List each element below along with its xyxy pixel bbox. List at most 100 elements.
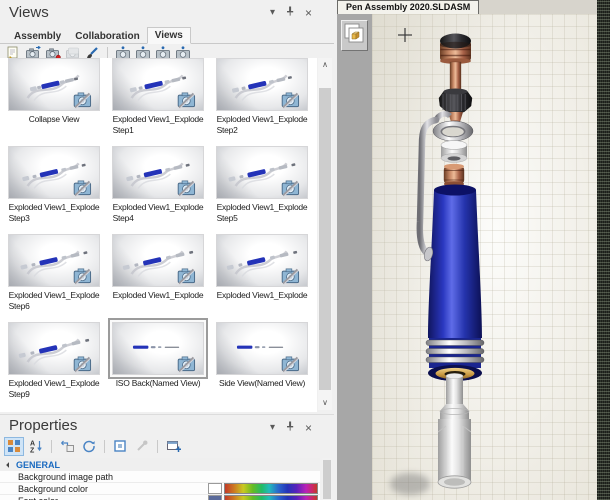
view-thumbnail-label: Exploded View1_Explode Step9 <box>9 378 100 399</box>
view-thumbnail-item[interactable]: Collapse View <box>8 58 100 146</box>
views-window-controls: ▾ × <box>270 6 312 19</box>
tab-assembly[interactable]: Assembly <box>7 29 68 44</box>
box-select-icon[interactable] <box>110 437 130 456</box>
view-thumbnail-item[interactable]: Exploded View1_Explode Step6 <box>8 234 100 322</box>
color-swatch[interactable] <box>208 483 222 494</box>
view-thumbnail-image[interactable] <box>8 58 100 111</box>
properties-scrollbar-thumb[interactable] <box>323 460 331 499</box>
view-thumbnail-image[interactable] <box>112 234 204 287</box>
pen-knurled-nut[interactable] <box>439 89 472 124</box>
pen-assembly-model[interactable] <box>372 14 597 500</box>
views-scrollbar-thumb[interactable] <box>319 88 331 390</box>
view-thumbnail-label: Exploded View1_Explode Step2 <box>217 114 308 135</box>
camera-badge-icon <box>178 181 194 196</box>
view-thumbnail-image[interactable] <box>216 146 308 199</box>
view-thumbnail-label: Exploded View1_Explode Step5 <box>217 202 308 223</box>
view-thumbnail-item[interactable]: Exploded View1_Explode <box>112 234 204 322</box>
toolbar-separator <box>51 440 52 453</box>
scroll-up-icon[interactable]: ∧ <box>318 58 332 72</box>
view-thumbnail-image[interactable] <box>216 322 308 375</box>
close-icon[interactable]: × <box>305 8 312 18</box>
property-row[interactable]: Font color <box>0 495 320 500</box>
new-window-icon[interactable] <box>163 437 183 456</box>
pen-barrel[interactable] <box>426 185 484 382</box>
pin-icon[interactable] <box>286 421 294 434</box>
property-label: Background color <box>18 484 208 494</box>
camera-badge-icon <box>178 269 194 284</box>
view-thumbnail-image[interactable] <box>8 146 100 199</box>
view-thumbnail-scene <box>217 235 307 286</box>
toolbar-separator <box>104 440 105 453</box>
document-tab[interactable]: Pen Assembly 2020.SLDASM <box>337 0 479 14</box>
color-swatch[interactable] <box>208 495 222 500</box>
property-value[interactable] <box>208 471 320 482</box>
properties-scrollbar[interactable] <box>322 458 332 500</box>
view-thumbnail-image[interactable] <box>112 146 204 199</box>
view-thumbnail-item[interactable]: Exploded View1_Explode Step1 <box>112 58 204 146</box>
views-scrollbar[interactable]: ∧ ∨ <box>318 58 332 410</box>
menu-down-icon[interactable]: ▾ <box>270 423 275 433</box>
view-thumbnail-item[interactable]: Exploded View1_Explode Step3 <box>8 146 100 234</box>
property-value[interactable] <box>208 483 320 494</box>
camera-badge-icon <box>282 93 298 108</box>
color-spectrum[interactable] <box>224 483 318 494</box>
view-thumbnail-item[interactable]: Exploded View1_Explode <box>216 234 308 322</box>
view-thumbnail-scene <box>9 59 99 110</box>
camera-badge-icon <box>282 357 298 372</box>
properties-panel-title: Properties <box>9 417 77 434</box>
view-thumbnail-image[interactable] <box>216 58 308 111</box>
scroll-down-icon[interactable]: ∨ <box>318 396 332 410</box>
view-thumbnail-item[interactable]: Exploded View1_Explode Step4 <box>112 146 204 234</box>
camera-badge-icon <box>282 181 298 196</box>
view-thumbnail-image[interactable] <box>8 322 100 375</box>
pen-clip-ring[interactable] <box>433 121 473 141</box>
property-label: Font color <box>18 496 208 500</box>
view-thumbnail-item[interactable]: Exploded View1_Explode Step5 <box>216 146 308 234</box>
restore-defaults-icon[interactable] <box>57 437 77 456</box>
properties-panel: Properties ▾ × AZ <box>0 414 334 500</box>
categorized-view-icon[interactable] <box>4 437 24 456</box>
property-row[interactable]: Background image path <box>0 471 320 483</box>
property-row[interactable]: Background color <box>0 483 320 495</box>
view-thumbnail-image[interactable] <box>216 234 308 287</box>
pages-icon <box>342 21 367 48</box>
view-thumbnail-image[interactable] <box>112 322 204 375</box>
menu-down-icon[interactable]: ▾ <box>270 8 275 18</box>
view-thumbnail-scene <box>217 59 307 110</box>
view-thumbnail-scene <box>9 147 99 198</box>
tab-collaboration[interactable]: Collaboration <box>68 29 146 44</box>
pen-washer[interactable] <box>441 141 467 163</box>
pen-ferrule[interactable] <box>444 164 464 187</box>
view-thumbnail-image[interactable] <box>112 58 204 111</box>
pages-button[interactable] <box>341 20 368 51</box>
tab-views[interactable]: Views <box>147 27 191 44</box>
refresh-icon[interactable] <box>79 437 99 456</box>
view-thumbnail-image[interactable] <box>8 234 100 287</box>
pen-tip-cartridge[interactable] <box>438 373 471 488</box>
pen-cap-button[interactable] <box>440 34 471 93</box>
view-thumbnail-label: Exploded View1_Explode Step6 <box>9 290 100 311</box>
viewport-side-strip <box>337 14 372 500</box>
eyedropper-icon[interactable] <box>132 437 152 456</box>
property-label: Background image path <box>18 472 208 482</box>
collapse-triangle-icon[interactable] <box>6 462 12 468</box>
view-thumbnail-item[interactable]: Exploded View1_Explode Step9 <box>8 322 100 410</box>
close-icon[interactable]: × <box>305 423 312 433</box>
view-thumbnail-label: Exploded View1_Explode Step3 <box>9 202 100 223</box>
view-thumbnail-item[interactable]: Side View(Named View) <box>216 322 308 410</box>
pin-icon[interactable] <box>286 6 294 19</box>
section-general[interactable]: GENERAL <box>0 458 320 471</box>
properties-window-controls: ▾ × <box>270 421 312 434</box>
model-viewport: Pen Assembly 2020.SLDASM <box>337 0 597 500</box>
property-value[interactable] <box>208 495 320 500</box>
camera-badge-icon <box>74 269 90 284</box>
alphabetical-sort-icon[interactable]: AZ <box>26 437 46 456</box>
viewport-canvas[interactable] <box>372 14 597 500</box>
color-spectrum[interactable] <box>224 495 318 500</box>
view-thumbnail-item[interactable]: Exploded View1_Explode Step2 <box>216 58 308 146</box>
camera-badge-icon <box>282 269 298 284</box>
view-thumbnail-scene <box>9 235 99 286</box>
edrawings-window: Views ▾ × Assembly Collaboration Views <box>0 0 610 500</box>
view-thumbnail-label: Exploded View1_Explode Step4 <box>113 202 204 223</box>
view-thumbnail-item[interactable]: ISO Back(Named View) <box>112 322 204 410</box>
